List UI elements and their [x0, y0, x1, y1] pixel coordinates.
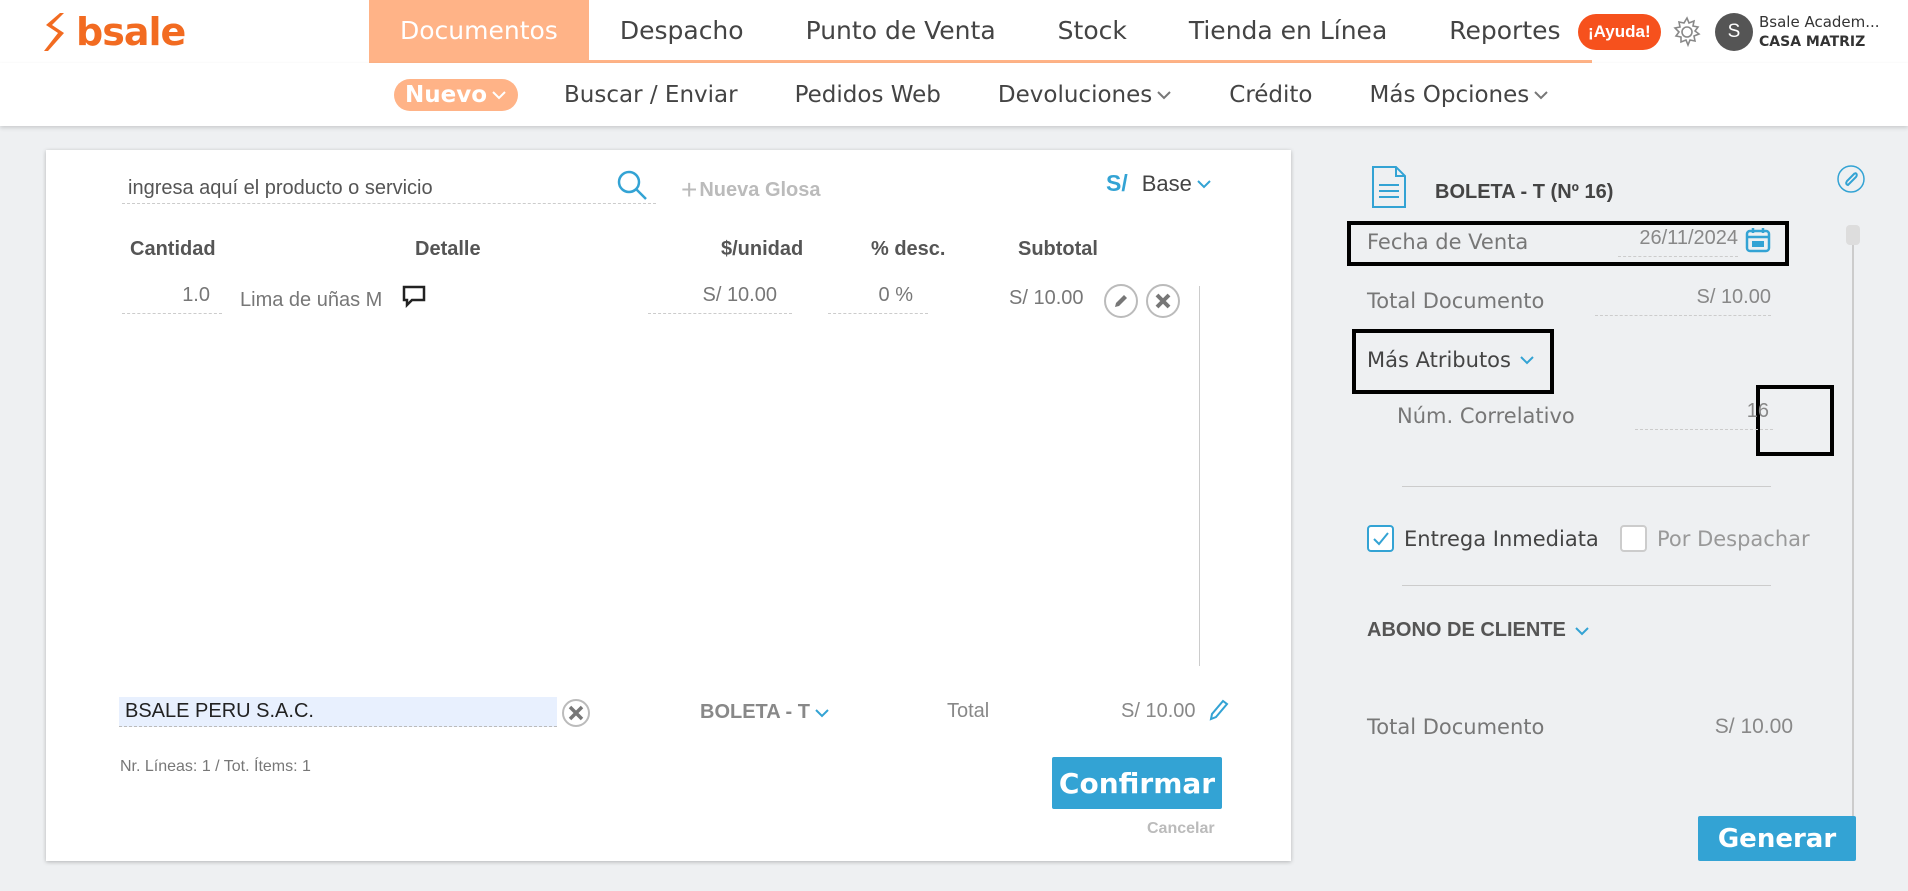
bsale-logo-icon [44, 13, 64, 51]
nav-stock[interactable]: Stock [1027, 0, 1158, 60]
clear-client-icon[interactable] [561, 698, 591, 728]
avatar[interactable]: S [1715, 13, 1753, 51]
por-despachar-label: Por Despachar [1657, 527, 1810, 551]
paperclip-icon[interactable] [1836, 164, 1866, 194]
subnav-devoluciones-label: Devoluciones [997, 81, 1153, 108]
currency-symbol: S/ [1106, 170, 1128, 196]
col-subtotal: Subtotal [1018, 238, 1098, 260]
total-documento-value: S/ 10.00 [1595, 286, 1771, 316]
entrega-inmediata-label: Entrega Inmediata [1404, 527, 1599, 551]
subnav-buscar-enviar[interactable]: Buscar / Enviar [564, 82, 738, 108]
nav-despacho[interactable]: Despacho [589, 0, 775, 60]
divider [1402, 585, 1771, 586]
edit-row-button[interactable] [1104, 284, 1138, 318]
search-icon[interactable] [614, 167, 650, 203]
subnav-pedidos-web[interactable]: Pedidos Web [795, 82, 941, 108]
comment-icon[interactable] [401, 284, 427, 308]
calendar-icon[interactable] [1744, 226, 1772, 254]
logo-text: bsale [76, 10, 186, 54]
mas-atributos-toggle[interactable]: Más Atributos [1367, 348, 1535, 372]
chevron-down-icon [492, 90, 506, 99]
user-name: Bsale Academ... [1759, 13, 1880, 31]
abono-cliente-label: ABONO DE CLIENTE [1367, 619, 1566, 641]
entrega-inmediata-checkbox[interactable] [1367, 525, 1394, 552]
col-cantidad: Cantidad [130, 238, 216, 260]
row-desc[interactable]: 0 % [828, 284, 928, 314]
divider [1402, 486, 1771, 487]
delete-row-button[interactable] [1146, 284, 1180, 318]
plus-icon: + [681, 174, 698, 205]
col-detalle: Detalle [415, 238, 481, 260]
pencil-icon[interactable] [1208, 698, 1230, 722]
document-summary-panel: BOLETA - T (Nº 16) Fecha de Venta 26/11/… [1347, 150, 1908, 891]
sub-nav: Nuevo Buscar / Enviar Pedidos Web Devolu… [394, 63, 1606, 126]
table-divider [1199, 286, 1200, 666]
correlativo-input[interactable]: 16 [1635, 400, 1773, 430]
chevron-down-icon [1157, 90, 1171, 99]
fecha-label: Fecha de Venta [1367, 230, 1529, 254]
total-label: Total [947, 700, 990, 722]
chevron-down-icon [1534, 90, 1548, 99]
mas-atributos-label: Más Atributos [1367, 348, 1511, 372]
nav-punto-de-venta[interactable]: Punto de Venta [775, 0, 1027, 60]
chevron-down-icon [1575, 626, 1589, 635]
document-editor: + Nueva Glosa S/ Base Cantidad Detalle $… [46, 150, 1291, 861]
price-list-label: Base [1141, 170, 1192, 196]
close-icon [1155, 293, 1171, 309]
help-button[interactable]: ¡Ayuda! [1578, 14, 1661, 50]
price-list-select[interactable]: S/ Base [1106, 170, 1212, 197]
generar-button[interactable]: Generar [1698, 816, 1856, 861]
fecha-input[interactable]: 26/11/2024 [1618, 227, 1738, 257]
subnav-credito[interactable]: Crédito [1229, 82, 1312, 108]
correlativo-label: Núm. Correlativo [1397, 404, 1575, 428]
subnav-mas-opciones-label: Más Opciones [1369, 81, 1530, 108]
row-cantidad[interactable]: 1.0 [122, 284, 222, 314]
check-icon [1373, 532, 1389, 546]
nueva-glosa-label: Nueva Glosa [699, 178, 821, 201]
subnav-devoluciones[interactable]: Devoluciones [998, 82, 1172, 108]
bsale-logo[interactable]: bsale [38, 10, 186, 54]
pencil-icon [1115, 295, 1127, 307]
top-bar: bsale Documentos Despacho Punto de Venta… [0, 0, 1908, 63]
doc-title: BOLETA - T (Nº 16) [1435, 181, 1614, 203]
user-info[interactable]: Bsale Academ... CASA MATRIZ [1759, 12, 1880, 52]
product-search-input[interactable] [122, 174, 656, 204]
total-value: S/ 10.00 [1121, 700, 1196, 722]
doc-type-select[interactable]: BOLETA - T [700, 701, 830, 724]
chevron-down-icon [1197, 179, 1211, 188]
nav-documentos[interactable]: Documentos [369, 0, 589, 60]
col-desc: % desc. [871, 238, 946, 260]
abono-cliente-toggle[interactable]: ABONO DE CLIENTE [1367, 619, 1590, 642]
subnav-mas-opciones[interactable]: Más Opciones [1370, 82, 1550, 108]
chevron-down-icon [815, 708, 829, 717]
nav-reportes[interactable]: Reportes [1418, 0, 1591, 60]
confirm-button[interactable]: Confirmar [1052, 757, 1222, 809]
total-documento-value-2: S/ 10.00 [1714, 715, 1793, 738]
col-unidad: $/unidad [721, 238, 804, 260]
branch-name: CASA MATRIZ [1759, 34, 1866, 50]
cancel-link[interactable]: Cancelar [1147, 820, 1215, 838]
row-subtotal: S/ 10.00 [1009, 287, 1084, 309]
scrollbar-thumb[interactable] [1846, 225, 1860, 245]
row-unidad[interactable]: S/ 10.00 [648, 284, 792, 314]
subnav-nuevo-label: Nuevo [405, 81, 488, 108]
main-nav: Documentos Despacho Punto de Venta Stock… [369, 0, 1592, 63]
scrollbar-track[interactable] [1852, 226, 1854, 816]
nueva-glosa-button[interactable]: + Nueva Glosa [681, 174, 821, 206]
nav-tienda-en-linea[interactable]: Tienda en Línea [1158, 0, 1418, 60]
subnav-nuevo[interactable]: Nuevo [394, 78, 519, 111]
doc-type-label: BOLETA - T [700, 701, 810, 723]
document-icon [1372, 166, 1406, 208]
gear-icon[interactable] [1670, 15, 1704, 49]
por-despachar-checkbox[interactable] [1620, 525, 1647, 552]
sub-bar: Nuevo Buscar / Enviar Pedidos Web Devolu… [0, 63, 1908, 126]
row-detalle: Lima de uñas M [240, 289, 383, 311]
client-input[interactable] [119, 697, 557, 727]
chevron-down-icon [1520, 356, 1534, 365]
total-documento-label-2: Total Documento [1367, 715, 1545, 739]
lines-info: Nr. Líneas: 1 / Tot. Ítems: 1 [120, 758, 311, 775]
total-documento-label: Total Documento [1367, 289, 1545, 313]
